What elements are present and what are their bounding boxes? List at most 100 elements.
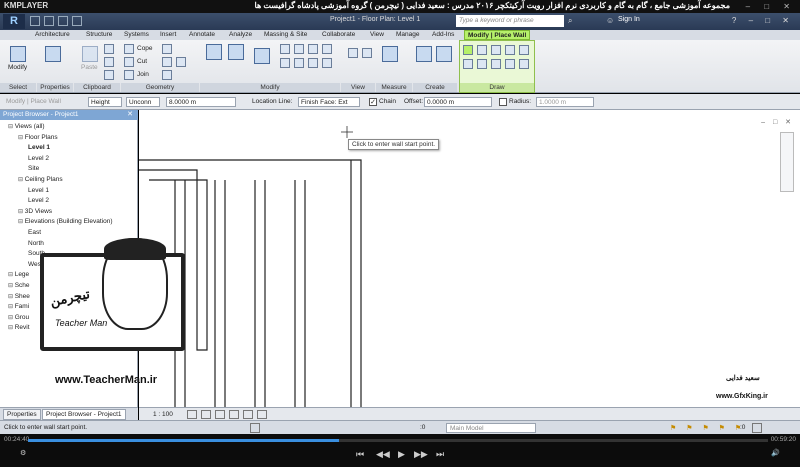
temporary-hide-icon[interactable] <box>257 410 267 419</box>
detail-level-icon[interactable] <box>187 410 197 419</box>
align-icon[interactable] <box>206 44 222 60</box>
offset-input[interactable]: 0.0000 m <box>424 97 492 107</box>
height-value-input[interactable]: 8.0000 m <box>166 97 236 107</box>
circle-icon[interactable] <box>505 45 515 55</box>
pick-faces-icon[interactable] <box>519 59 529 69</box>
visual-style-icon[interactable] <box>201 410 211 419</box>
tree-item[interactable]: ⊟ Lege <box>8 271 29 278</box>
match-icon[interactable] <box>104 70 114 80</box>
array-icon[interactable] <box>308 58 318 68</box>
tab-systems[interactable]: Systems <box>124 30 149 40</box>
tree-item[interactable]: ⊟ 3D Views <box>18 208 52 215</box>
line-icon[interactable] <box>463 45 473 55</box>
rotate-icon[interactable] <box>308 44 318 54</box>
location-line-select[interactable]: Finish Face: Ext <box>298 97 360 107</box>
delete-icon[interactable] <box>322 58 332 68</box>
wall-joins-icon[interactable] <box>162 44 172 54</box>
volume-icon[interactable]: 🔊 <box>771 449 780 457</box>
drawing-canvas[interactable]: Click to enter wall start point. – □ ✕ <box>139 110 800 407</box>
tree-item[interactable]: Site <box>28 165 39 172</box>
main-model-select[interactable]: Main Model <box>446 423 536 433</box>
sign-in-link[interactable]: Sign In <box>618 16 640 23</box>
radius-input[interactable]: 1.0000 m <box>536 97 594 107</box>
expand-icon[interactable]: ⊟ <box>8 272 15 278</box>
play-icon[interactable]: ▶ <box>398 449 405 460</box>
panel-select-label[interactable]: Select <box>0 83 36 92</box>
next-icon[interactable]: ⏭ <box>436 449 444 460</box>
view-scale[interactable]: 1 : 100 <box>153 411 173 418</box>
shadows-icon[interactable] <box>229 410 239 419</box>
arc-icon[interactable] <box>519 45 529 55</box>
tab-manage[interactable]: Manage <box>396 30 420 40</box>
modify-button-label[interactable]: Modify <box>8 64 27 71</box>
expand-icon[interactable]: ⊟ <box>8 294 15 300</box>
offset-icon[interactable] <box>228 44 244 60</box>
expand-icon[interactable]: ⊟ <box>8 315 15 321</box>
paint-icon[interactable] <box>162 70 172 80</box>
tree-item[interactable]: ⊟ Sche <box>8 282 30 289</box>
unconnected-select[interactable]: Unconn <box>126 97 160 107</box>
radius-checkbox[interactable] <box>499 98 507 106</box>
join-icon[interactable] <box>124 70 134 80</box>
split-icon[interactable] <box>294 58 304 68</box>
override-icon[interactable] <box>362 48 372 58</box>
fillet-arc-icon[interactable] <box>491 59 501 69</box>
expand-icon[interactable]: ⊟ <box>18 209 25 215</box>
hide-icon[interactable] <box>348 48 358 58</box>
pin-icon[interactable] <box>322 44 332 54</box>
cope-label[interactable]: Cope <box>137 45 153 52</box>
revit-logo-icon[interactable]: R <box>3 14 25 29</box>
expand-icon[interactable]: ⊟ <box>8 325 15 331</box>
rectangle-icon[interactable] <box>477 45 487 55</box>
navigation-bar[interactable] <box>780 132 794 192</box>
cut-icon[interactable] <box>104 57 114 67</box>
tab-view[interactable]: View <box>370 30 384 40</box>
join-label[interactable]: Join <box>137 71 149 78</box>
height-select[interactable]: Height <box>88 97 122 107</box>
properties-icon[interactable] <box>45 46 61 62</box>
redo-icon[interactable] <box>72 16 82 26</box>
tree-item[interactable]: Level 2 <box>28 155 49 162</box>
player-settings-icon[interactable]: ⚙ <box>20 449 26 457</box>
tree-item[interactable]: Level 1 <box>28 144 50 151</box>
sun-path-icon[interactable] <box>215 410 225 419</box>
filter-icon[interactable] <box>752 423 762 433</box>
arc-start-end-icon[interactable] <box>463 59 473 69</box>
tree-item[interactable]: ⊟ Fami <box>8 303 29 310</box>
view-window-controls[interactable]: – □ ✕ <box>761 118 794 126</box>
create-group-icon[interactable] <box>436 46 452 62</box>
cope-icon[interactable] <box>124 44 134 54</box>
cut-label[interactable]: Cut <box>137 58 147 65</box>
window-controls[interactable]: – □ ✕ <box>746 2 796 11</box>
seek-bar[interactable] <box>28 439 768 442</box>
pick-lines-icon[interactable] <box>505 59 515 69</box>
tree-item[interactable]: Level 1 <box>28 187 49 194</box>
forward-icon[interactable]: ▶▶ <box>414 449 428 460</box>
rewind-icon[interactable]: ◀◀ <box>376 449 390 460</box>
copy-element-icon[interactable] <box>294 44 304 54</box>
previous-icon[interactable]: ⏮ <box>356 449 364 460</box>
search-input[interactable]: Type a keyword or phrase <box>456 15 564 27</box>
tree-item[interactable]: ⊟ Shee <box>8 293 30 300</box>
expand-icon[interactable]: ⊟ <box>8 304 15 310</box>
create-similar-icon[interactable] <box>416 46 432 62</box>
expand-icon[interactable]: ⊟ <box>8 124 15 130</box>
save-icon[interactable] <box>44 16 54 26</box>
paste-button-label[interactable]: Paste <box>81 64 98 71</box>
move-icon[interactable] <box>280 44 290 54</box>
expand-icon[interactable]: ⊟ <box>8 283 15 289</box>
tab-annotate[interactable]: Annotate <box>189 30 215 40</box>
close-icon[interactable]: ✕ <box>127 110 133 118</box>
tree-item[interactable]: North <box>28 240 44 247</box>
tree-item[interactable]: ⊟ Views (all) <box>8 123 45 130</box>
demolish-icon[interactable] <box>176 57 186 67</box>
cut-geometry-icon[interactable] <box>124 57 134 67</box>
selection-filter-icons[interactable]: ⚑ ⚑ ⚑ ⚑ ⚑ <box>670 424 745 432</box>
search-icon[interactable]: ⌕ <box>568 16 572 26</box>
arc-tangent-icon[interactable] <box>477 59 487 69</box>
tab-properties-panel[interactable]: Properties <box>3 409 41 420</box>
chain-checkbox[interactable]: ✓ <box>369 98 377 106</box>
tab-insert[interactable]: Insert <box>160 30 176 40</box>
user-icon[interactable]: ☺ <box>606 16 614 25</box>
expand-icon[interactable]: ⊟ <box>18 177 25 183</box>
